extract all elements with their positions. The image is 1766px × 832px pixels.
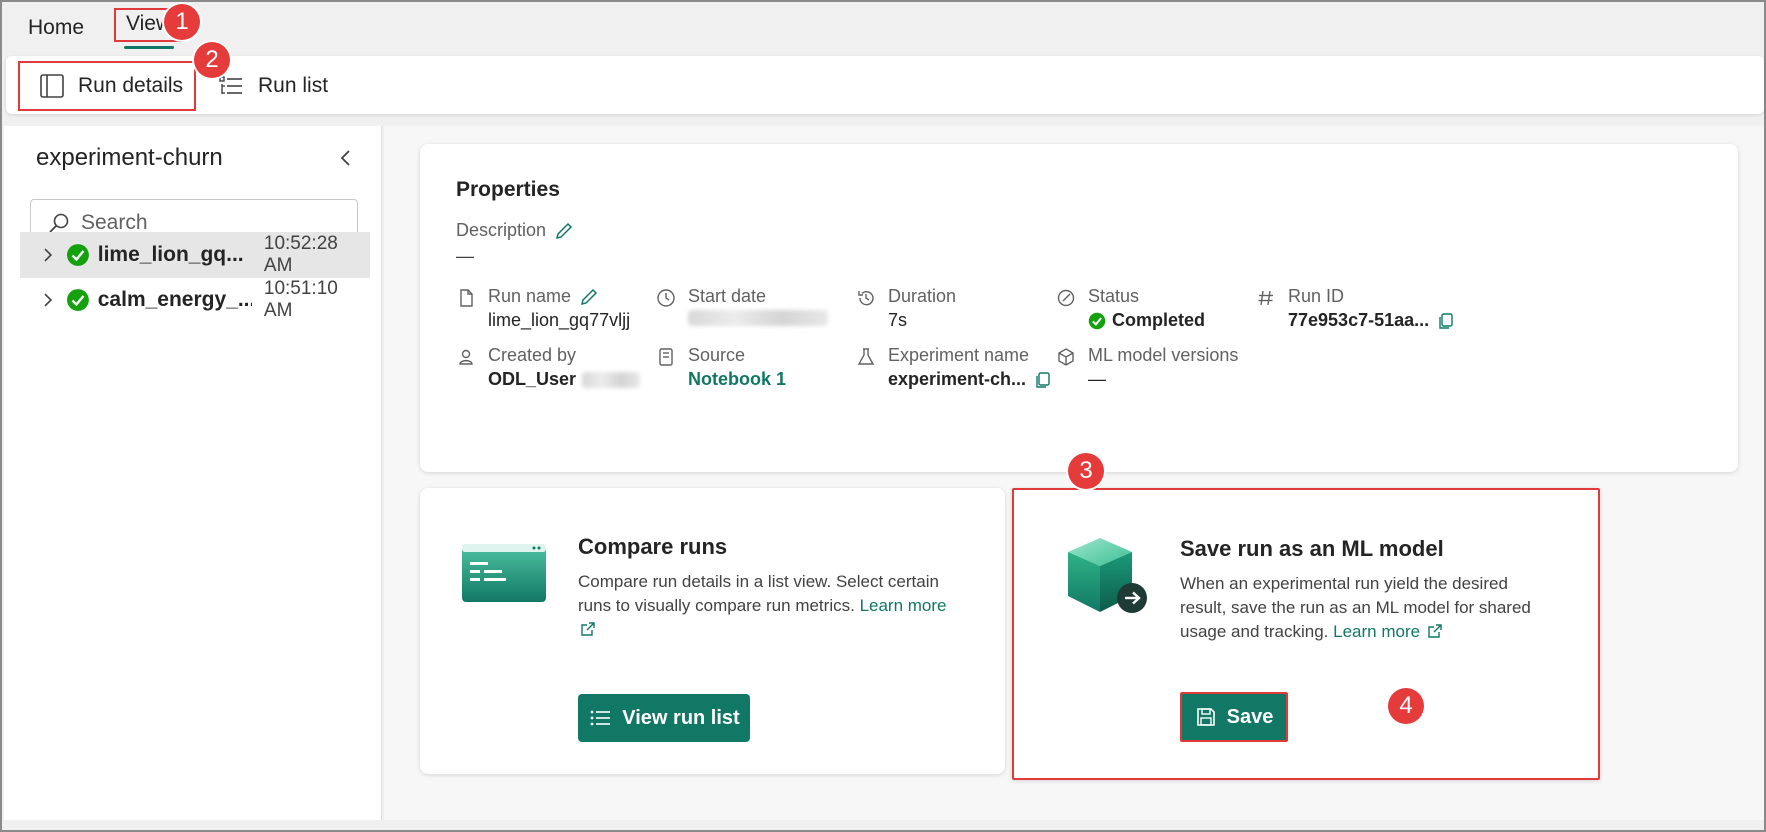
created-by-label: Created by: [488, 345, 577, 365]
ribbon-toolbar: Run details Run list: [6, 56, 1764, 114]
tab-home[interactable]: Home: [20, 12, 92, 44]
copy-icon[interactable]: [1034, 371, 1052, 389]
run-list-button[interactable]: Run list: [214, 66, 328, 106]
callout-badge-3: 3: [1068, 453, 1104, 489]
run-name-label: Run name: [488, 286, 572, 306]
cube-icon: [1058, 348, 1074, 366]
duration-label: Duration: [888, 286, 957, 306]
list-icon: [590, 710, 611, 726]
callout-badge-2: 2: [194, 42, 230, 78]
save-learn-more-link[interactable]: Learn more: [1333, 622, 1443, 641]
copy-icon[interactable]: [1437, 312, 1455, 330]
run-time: 10:51:10 AM: [263, 278, 338, 321]
ml-model-cube-illustration: [1068, 538, 1147, 613]
external-link-icon: [581, 622, 595, 636]
experiment-name-label: Experiment name: [888, 345, 1030, 365]
save-run-card: Save run as an ML model When an experime…: [1012, 488, 1600, 780]
save-label: Save: [1226, 705, 1274, 728]
created-by-redacted: [582, 371, 641, 388]
compare-runs-description: Compare run details in a list view. Sele…: [578, 570, 968, 642]
ml-versions-label: ML model versions: [1088, 345, 1239, 365]
experiment-name-value: experiment-ch...: [888, 369, 1027, 389]
clock-icon: [657, 289, 675, 307]
check-circle-icon: [66, 244, 89, 266]
save-button[interactable]: Save: [1180, 692, 1288, 742]
description-value: —: [456, 246, 474, 266]
callout-badge-4: 4: [1388, 688, 1424, 724]
run-time: 10:52:28 AM: [263, 233, 338, 276]
compare-runs-card: Compare runs Compare run details in a li…: [420, 488, 1005, 774]
experiment-title: experiment-churn: [36, 144, 223, 171]
created-by-value: ODL_User: [488, 369, 577, 389]
external-link-icon: [1428, 624, 1442, 638]
run-name: lime_lion_gq...: [97, 243, 244, 266]
created-by-value-row: ODL_User: [488, 369, 641, 390]
experiment-name-value-row: experiment-ch...: [888, 369, 1052, 390]
status-value: Completed: [1088, 310, 1205, 331]
save-run-title: Save run as an ML model: [1180, 536, 1444, 561]
save-learn-more-text: Learn more: [1333, 622, 1421, 641]
experiment-runs-pane: experiment-churn lime_lion_gq... 10:52:2…: [4, 126, 382, 820]
run-name: calm_energy_...: [97, 288, 252, 311]
properties-title: Properties: [456, 178, 560, 201]
start-date-label: Start date: [688, 286, 767, 306]
chevron-right-icon[interactable]: [38, 290, 58, 310]
compare-learn-more-text: Learn more: [859, 596, 947, 615]
run-row[interactable]: calm_energy_... 10:51:10 AM: [20, 277, 370, 323]
callout-badge-1: 1: [164, 4, 200, 40]
top-nav: Home View: [2, 2, 1764, 54]
run-id-label: Run ID: [1288, 286, 1345, 306]
status-text: Completed: [1112, 310, 1206, 330]
list-icon: [219, 76, 242, 94]
check-circle-icon: [1088, 312, 1106, 329]
person-icon: [459, 349, 473, 365]
hash-icon: [1258, 290, 1273, 306]
panel-icon: [40, 74, 64, 98]
history-icon: [858, 291, 874, 306]
run-name-value: lime_lion_gq77vljj: [488, 310, 631, 330]
save-icon: [1196, 708, 1215, 726]
run-details-label: Run details: [78, 74, 184, 97]
run-id-value: 77e953c7-51aa...: [1288, 310, 1430, 330]
run-list-label: Run list: [258, 74, 329, 97]
view-run-list-label: View run list: [622, 706, 740, 729]
compare-runs-title: Compare runs: [578, 534, 728, 559]
description-label-text: Description: [456, 220, 547, 240]
flask-icon: [857, 348, 875, 365]
duration-value: 7s: [888, 310, 908, 330]
pencil-icon[interactable]: [579, 287, 599, 307]
source-label: Source: [688, 345, 746, 365]
run-id-value-row: 77e953c7-51aa...: [1288, 310, 1455, 331]
check-circle-icon: [66, 289, 89, 311]
source-link[interactable]: Notebook 1: [688, 369, 786, 390]
start-date-value-redacted: [688, 310, 828, 326]
status-label: Status: [1088, 286, 1140, 306]
compare-runs-illustration: [462, 544, 546, 602]
description-label: Description: [456, 220, 574, 241]
ml-versions-value: —: [1088, 369, 1106, 389]
status-icon: [1057, 289, 1075, 307]
save-run-description: When an experimental run yield the desir…: [1180, 572, 1552, 644]
properties-card: Properties Description — Run name lime_l…: [420, 144, 1738, 472]
tab-view-underline: [124, 46, 174, 49]
chevron-left-icon[interactable]: [334, 146, 358, 170]
run-details-button[interactable]: Run details: [18, 61, 196, 111]
run-row[interactable]: lime_lion_gq... 10:52:28 AM: [20, 232, 370, 278]
chevron-right-icon[interactable]: [38, 245, 58, 265]
notebook-icon: [659, 348, 673, 366]
pencil-icon[interactable]: [554, 221, 574, 241]
app-frame: Home View 1 Run details Run list 2 exper…: [0, 0, 1766, 832]
document-icon: [460, 289, 473, 307]
view-run-list-button[interactable]: View run list: [578, 694, 750, 742]
